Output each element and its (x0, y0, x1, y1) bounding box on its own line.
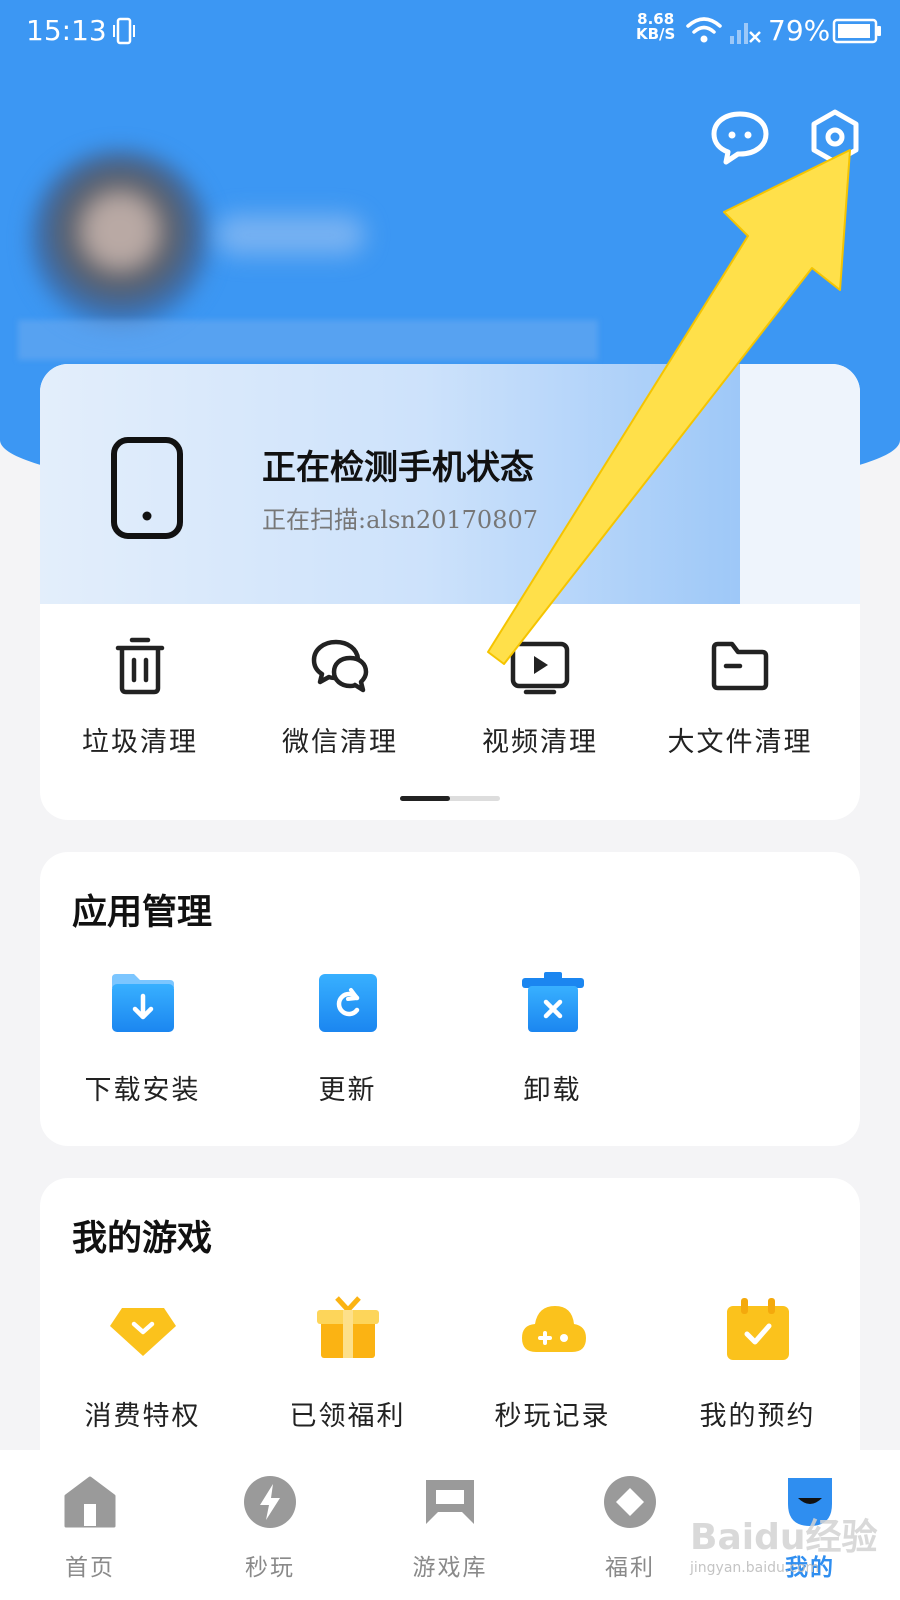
watermark-url: jingyan.baidu.com (690, 1560, 820, 1576)
network-speed: 8.68 KB/S (636, 12, 675, 42)
nav-label: 首页 (65, 1555, 115, 1581)
phone-icon (111, 437, 183, 539)
watermark-brand: Baidu经验 (690, 1517, 878, 1558)
grid-item-label: 更新 (318, 1075, 377, 1106)
hexagon-gear-icon[interactable] (808, 108, 862, 166)
folder-icon (711, 641, 769, 691)
app-uninstall[interactable]: 卸载 (450, 968, 655, 1107)
gift-icon (316, 1296, 379, 1358)
calendar-check-icon (726, 1298, 789, 1360)
trash-icon (115, 637, 165, 695)
nav-home[interactable]: 首页 (0, 1450, 180, 1600)
game-spend-privilege[interactable]: 消费特权 (40, 1294, 245, 1433)
app-update[interactable]: 更新 (245, 968, 450, 1107)
grid-item-label: 已领福利 (289, 1401, 406, 1432)
clean-tool-label: 大文件清理 (667, 727, 813, 758)
scan-title: 正在检测手机状态 (262, 448, 534, 488)
signal-icon (730, 23, 761, 44)
clean-tools-row: 垃圾清理 微信清理 视频清理 大文件清理 (40, 614, 860, 764)
section-title: 应用管理 (72, 892, 213, 933)
battery-percentage: 79% (768, 14, 831, 47)
grid-item-label: 下载安装 (84, 1075, 201, 1106)
nav-label: 秒玩 (245, 1555, 295, 1581)
phone-scan-card: 正在检测手机状态 正在扫描:alsn20170807 垃圾清理 微信清理 视频清… (40, 364, 860, 820)
avatar[interactable] (30, 150, 210, 330)
page-indicator (400, 796, 500, 801)
diamond-icon (109, 1308, 176, 1356)
profile-info-blurred (18, 320, 598, 360)
nav-label: 福利 (605, 1555, 655, 1581)
clean-tool-video[interactable]: 视频清理 (440, 614, 640, 764)
update-icon (318, 974, 377, 1032)
chat-icon (311, 639, 369, 693)
clean-tool-junk[interactable]: 垃圾清理 (40, 614, 240, 764)
page-indicator-active (400, 796, 450, 801)
nav-label: 游戏库 (412, 1555, 488, 1581)
net-speed-unit: KB/S (636, 25, 676, 43)
my-games-grid: 消费特权 已领福利 秒玩记录 我的预约 (40, 1294, 860, 1433)
uninstall-icon (521, 972, 584, 1032)
game-instant-play-history[interactable]: 秒玩记录 (450, 1294, 655, 1433)
clean-tool-large-file[interactable]: 大文件清理 (640, 614, 840, 764)
wifi-icon (686, 17, 722, 43)
scan-subtitle: 正在扫描:alsn20170807 (262, 506, 538, 534)
nav-instant-play[interactable]: 秒玩 (180, 1450, 360, 1600)
vibrate-icon (113, 17, 135, 45)
game-my-reservations[interactable]: 我的预约 (655, 1294, 860, 1433)
grid-item-label: 我的预约 (699, 1401, 816, 1432)
section-title: 我的游戏 (72, 1218, 213, 1259)
scan-banner-edge (740, 364, 860, 604)
download-folder-icon (111, 974, 174, 1032)
battery-icon (832, 18, 881, 44)
cloud-gamepad-icon (521, 1306, 586, 1352)
my-games-card: 我的游戏 消费特权 已领福利 秒玩记录 我的预约 (40, 1178, 860, 1478)
video-icon (510, 641, 570, 695)
diamond-badge-icon (604, 1476, 656, 1528)
game-received-benefits[interactable]: 已领福利 (245, 1294, 450, 1433)
app-download-install[interactable]: 下载安装 (40, 968, 245, 1107)
clean-tool-label: 垃圾清理 (82, 727, 198, 758)
clean-tool-wechat[interactable]: 微信清理 (240, 614, 440, 764)
username-blurred (215, 215, 365, 255)
grid-item-label: 卸载 (523, 1075, 582, 1106)
grid-item-label: 秒玩记录 (494, 1401, 611, 1432)
grid-item-label: 消费特权 (84, 1401, 201, 1432)
clean-tool-label: 视频清理 (482, 727, 598, 758)
lightning-icon (244, 1476, 296, 1528)
app-management-card: 应用管理 下载安装 更新 卸载 (40, 852, 860, 1146)
app-management-grid: 下载安装 更新 卸载 (40, 968, 860, 1107)
status-time: 15:13 (26, 14, 107, 47)
clean-tool-label: 微信清理 (282, 727, 398, 758)
home-icon (64, 1476, 116, 1528)
baidu-jingyan-watermark: Baidu经验 jingyan.baidu.com (690, 1500, 890, 1590)
chat-bubble-icon[interactable] (710, 110, 770, 166)
status-bar: 15:13 8.68 KB/S 79% (0, 0, 900, 64)
gamebox-icon (426, 1480, 474, 1524)
nav-game-library[interactable]: 游戏库 (360, 1450, 540, 1600)
